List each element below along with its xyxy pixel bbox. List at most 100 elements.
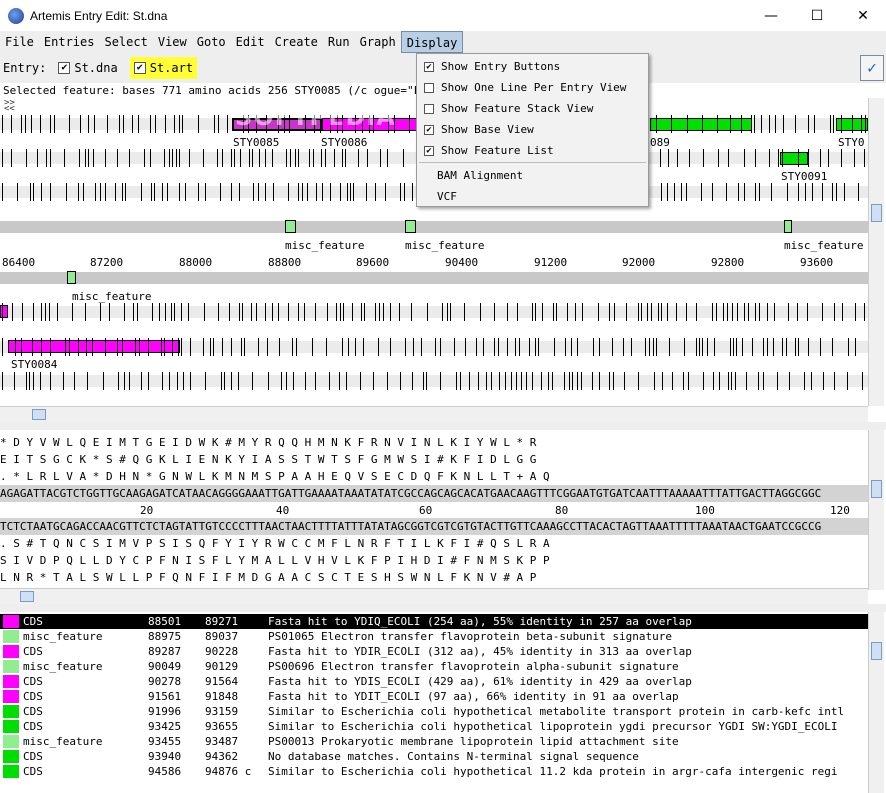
stop-codon-tick [834,303,835,321]
stop-codon-tick [234,149,235,167]
checkmark-icon[interactable]: ✓ [860,55,884,81]
feature-panel-vscroll[interactable] [868,98,884,406]
feature-list-row[interactable]: CDS 91996 93159 Similar to Escherichia coli… [0,704,868,719]
menu-view[interactable]: View [153,31,192,53]
feature-misc[interactable] [285,220,296,233]
feature-list-row[interactable]: misc_feature 93455 93487 PS00013 Prokaryoti… [0,734,868,749]
stop-codon-tick [213,338,214,356]
menu-file[interactable]: File [0,31,39,53]
feature-list-row[interactable]: CDS 93940 94362 No database matches. Contai… [0,749,868,764]
stop-codon-tick [735,372,736,390]
stop-codon-tick [26,372,27,390]
feature-list-row[interactable]: CDS 94586 94876 c Similar to Escherichia co… [0,764,868,779]
close-button[interactable]: ✕ [840,0,886,31]
menu-goto[interactable]: Goto [192,31,231,53]
stop-codon-tick [413,338,414,356]
feature-start: 93425 [148,720,182,733]
stop-codon-tick [26,149,27,167]
menu-show-one-line-per-entry[interactable]: Show One Line Per Entry View [417,77,648,98]
base-view-panel[interactable]: * D Y V W L Q E I M T G E I D W K # M Y … [0,430,868,590]
stop-codon-tick [507,338,508,356]
menu-edit[interactable]: Edit [231,31,270,53]
base-view-hscroll[interactable] [0,588,868,604]
stop-codon-tick [686,183,687,201]
menu-entries[interactable]: Entries [39,31,100,53]
feature-misc[interactable] [405,220,416,233]
feature-note: PS01065 Electron transfer flavoprotein b… [268,630,672,643]
menu-show-entry-buttons[interactable]: ✔ Show Entry Buttons [417,56,648,77]
feature-label: STY0 [838,136,865,149]
stop-codon-tick [730,115,731,133]
menu-show-feature-list[interactable]: ✔ Show Feature List [417,140,648,161]
splitter[interactable] [0,422,886,430]
feature-misc[interactable] [784,220,792,233]
feature-sty0089[interactable] [650,118,752,131]
entry-checkbox-st-dna[interactable]: ✔ [58,62,71,74]
menu-create[interactable]: Create [270,31,323,53]
entry-button-st-dna[interactable]: ✔ St.dna [54,57,121,79]
stop-codon-tick [830,115,831,133]
feature-list-row[interactable]: CDS 93425 93655 Similar to Escherichia coli… [0,719,868,734]
entry-checkbox-st-art[interactable]: ✔ [133,62,146,74]
menu-bam-alignment[interactable]: BAM Alignment [417,165,648,186]
stop-codon-tick [183,372,184,390]
stop-codon-tick [210,338,211,356]
stop-codon-tick [647,303,648,321]
stop-codon-tick [179,115,180,133]
stop-codon-tick [176,149,177,167]
stop-codon-tick [552,372,553,390]
menu-show-feature-stack-view[interactable]: Show Feature Stack View [417,98,648,119]
stop-codon-tick [148,338,149,356]
feature-list-vscroll[interactable] [868,612,884,793]
menu-select[interactable]: Select [99,31,152,53]
feature-list-row[interactable]: CDS 88501 89271 Fasta hit to YDIQ_ECOLI (25… [0,614,868,629]
entry-button-st-art[interactable]: ✔ St.art [129,57,198,79]
stop-codon-tick [748,303,749,321]
scroll-arrows-icon[interactable]: >> << [4,99,15,114]
feature-list-panel[interactable]: CDS 88501 89271 Fasta hit to YDIQ_ECOLI (25… [0,612,868,782]
stop-codon-tick [469,372,470,390]
feature-list-row[interactable]: CDS 91561 91848 Fasta hit to YDIT_ECOLI (97… [0,689,868,704]
maximize-button[interactable]: ☐ [794,0,840,31]
checkbox[interactable]: ✔ [424,124,434,135]
stop-codon-tick [167,183,168,201]
stop-codon-tick [744,183,745,201]
reverse-strand-track [0,272,868,284]
stop-codon-tick [426,372,427,390]
checkbox[interactable]: ✔ [424,61,434,72]
stop-codon-tick [786,338,787,356]
stop-codon-tick [162,372,163,390]
menu-show-base-view[interactable]: ✔ Show Base View [417,119,648,140]
stop-codon-tick [37,149,38,167]
stop-codon-tick [205,372,206,390]
feature-sty0084[interactable] [8,340,180,353]
base-view-vscroll[interactable] [868,430,884,590]
menu-display[interactable]: Display [400,31,464,53]
menu-vcf[interactable]: VCF [417,186,648,207]
stop-codon-tick [516,372,517,390]
reverse-frame-3 [0,375,868,387]
stop-codon-tick [744,303,745,321]
feature-sty0091[interactable] [780,152,808,165]
feature-key: misc_feature [23,735,103,748]
stop-codon-tick [239,183,240,201]
feature-list-row[interactable]: CDS 90278 91564 Fasta hit to YDIS_ECOLI (42… [0,674,868,689]
stop-codon-tick [669,338,670,356]
feature-list-row[interactable]: CDS 89287 90228 Fasta hit to YDIR_ECOLI (31… [0,644,868,659]
stop-codon-tick [224,372,225,390]
feature-list-row[interactable]: misc_feature 90049 90129 PS00696 Electron t… [0,659,868,674]
stop-codon-tick [151,183,152,201]
checkbox[interactable] [424,103,434,114]
menu-run[interactable]: Run [323,31,355,53]
stop-codon-tick [325,149,326,167]
checkbox[interactable] [424,82,434,93]
feature-list-row[interactable]: misc_feature 88975 89037 PS01065 Electron t… [0,629,868,644]
feature-misc[interactable] [67,271,76,284]
menu-graph[interactable]: Graph [355,31,401,53]
splitter[interactable] [0,604,886,612]
minimize-button[interactable]: — [748,0,794,31]
feature-panel-hscroll[interactable] [0,406,868,422]
checkbox[interactable]: ✔ [424,145,434,156]
frame-line: S I V D P Q L L D Y C P F N I S F L Y M … [0,554,550,567]
stop-codon-tick [535,303,536,321]
